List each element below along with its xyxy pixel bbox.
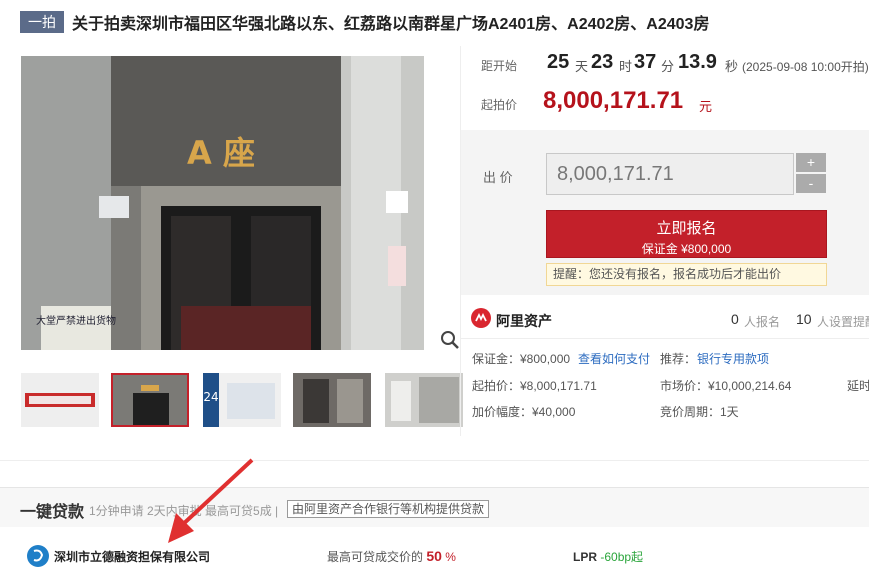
auction-title-bar: 一拍 关于拍卖深圳市福田区华强北路以东、红荔路以南群星广场A2401房、A240… xyxy=(20,10,709,34)
countdown-days-unit: 天 xyxy=(575,59,589,74)
bid-panel: 出 价 + - 立即报名 保证金 ¥800,000 提醒：您还没有报名，报名成功… xyxy=(461,130,869,295)
loan-section-header: 一键贷款 1分钟申请 2天内审批 最高可贷5成 | 由阿里资产合作银行等机构提供… xyxy=(0,487,869,527)
thumbnail-5[interactable] xyxy=(385,373,463,427)
bank-account-link[interactable]: 银行专用款项 xyxy=(697,350,769,367)
lpr-label: LPR xyxy=(573,550,597,564)
delay-info: 延时 xyxy=(847,379,869,393)
lpr-info: LPR -60bp起 xyxy=(573,548,643,565)
countdown-days: 25 xyxy=(547,51,570,73)
countdown-hours-unit: 时 xyxy=(619,59,633,74)
countdown-label: 距开始 xyxy=(481,59,518,73)
loan-max-unit: % xyxy=(445,550,456,564)
banner-text: 大堂严禁进出货物 xyxy=(36,314,116,327)
countdown-seconds-unit: 秒 xyxy=(725,59,739,74)
countdown-minutes: 37 xyxy=(634,51,657,73)
start-price-label: 起拍价 xyxy=(481,98,518,112)
ali-asset-logo-icon xyxy=(471,308,491,328)
decrease-bid-button[interactable]: - xyxy=(796,174,826,193)
svg-text:24: 24 xyxy=(203,390,218,404)
reminder-count-label: 人设置提醒 xyxy=(817,315,869,329)
thumbnail-4[interactable] xyxy=(293,373,371,427)
increase-bid-button[interactable]: + xyxy=(796,153,826,172)
platform-row: 阿里资产 0 人报名 10 人设置提醒 xyxy=(461,299,869,339)
platform-name: 阿里资产 xyxy=(496,313,552,329)
start-price-info: 起拍价：¥8,000,171.71 xyxy=(472,379,597,393)
signup-count-label: 人报名 xyxy=(744,315,781,329)
deposit-label: 保证金 ¥800,000 xyxy=(641,242,732,256)
start-price-unit: 元 xyxy=(699,99,713,114)
building-sign-text: A 座 xyxy=(187,134,255,172)
signup-button[interactable]: 立即报名 保证金 ¥800,000 xyxy=(546,210,827,258)
market-price-info: 市场价：¥10,000,214.64 xyxy=(660,379,792,393)
signup-button-label: 立即报名 xyxy=(656,220,717,237)
signup-reminder: 提醒：您还没有报名，报名成功后才能出价 xyxy=(546,263,827,286)
cycle-info: 竞价周期：1天 xyxy=(660,405,739,419)
thumbnail-3[interactable]: 24 xyxy=(203,373,281,427)
auction-status: 距开始 25 天 23 时 37 分 13.9 秒 (2025-09-08 10… xyxy=(461,46,869,130)
bid-amount-input[interactable] xyxy=(546,153,794,195)
divider xyxy=(0,460,869,461)
start-time: (2025-09-08 10:00开拍) xyxy=(742,60,869,74)
countdown-seconds: 13.9 xyxy=(678,51,717,73)
signup-count: 0 xyxy=(731,311,739,327)
auction-page: 一拍 关于拍卖深圳市福田区华强北路以东、红荔路以南群星广场A2401房、A240… xyxy=(0,0,869,582)
loan-max-ratio: 最高可贷成交价的 50 % xyxy=(327,548,456,565)
zoom-icon[interactable] xyxy=(439,329,461,351)
countdown-hours: 23 xyxy=(591,51,614,73)
lender-logo-icon xyxy=(27,545,49,567)
loan-max-value: 50 xyxy=(426,548,442,564)
deposit-info: 保证金：¥800,000 xyxy=(472,352,571,366)
page-title: 关于拍卖深圳市福田区华强北路以东、红荔路以南群星广场A2401房、A2402房、… xyxy=(72,16,710,33)
thumbnail-1[interactable] xyxy=(21,373,99,427)
loan-max-label: 最高可贷成交价的 xyxy=(327,550,424,564)
auction-round-badge: 一拍 xyxy=(20,11,64,33)
reminder-count: 10 xyxy=(796,311,812,327)
loan-provider-tag: 由阿里资产合作银行等机构提供贷款 xyxy=(287,500,490,518)
building-entrance-image: 大堂严禁进出货物 A 座 xyxy=(21,56,424,350)
start-price-value: 8,000,171.71 xyxy=(543,87,684,114)
increment-info: 加价幅度：¥40,000 xyxy=(472,405,576,419)
recommend-label: 推荐： xyxy=(660,352,697,366)
bid-label: 出 价 xyxy=(483,170,513,185)
thumbnail-2[interactable] xyxy=(111,373,189,427)
main-photo[interactable]: 大堂严禁进出货物 A 座 xyxy=(21,56,424,350)
annotation-arrow-icon xyxy=(168,458,254,543)
countdown-minutes-unit: 分 xyxy=(661,59,675,74)
how-to-pay-link[interactable]: 查看如何支付 xyxy=(578,350,650,367)
loan-title: 一键贷款 xyxy=(20,504,85,521)
lpr-value: -60bp起 xyxy=(600,550,644,564)
